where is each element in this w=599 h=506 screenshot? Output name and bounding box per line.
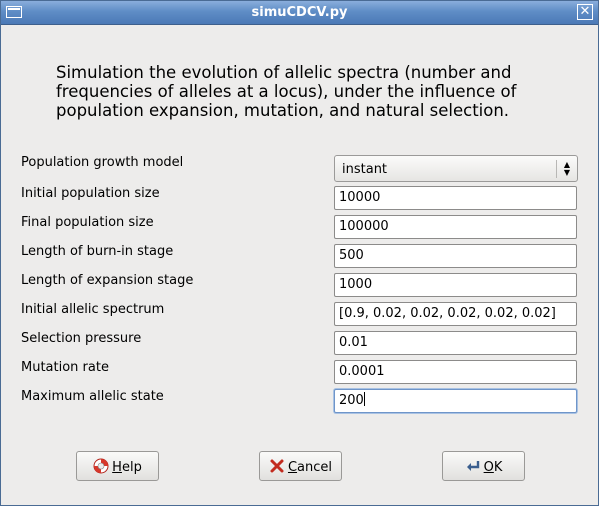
dialog-window: simuCDCV.py ✕ Simulation the evolution o… <box>0 0 599 506</box>
growth-model-value: instant <box>342 162 388 177</box>
cancel-button[interactable]: Cancel <box>259 451 342 481</box>
initial-population-input[interactable]: 10000 <box>334 186 577 210</box>
final-population-input[interactable]: 100000 <box>334 215 577 239</box>
cancel-label: ancel <box>297 460 333 475</box>
cancel-mnemonic: C <box>287 460 298 475</box>
max-allelic-state-input[interactable]: 200 <box>334 389 577 413</box>
selection-pressure-label: Selection pressure <box>21 331 142 346</box>
text-caret <box>363 392 365 406</box>
selection-pressure-input[interactable]: 0.01 <box>334 331 577 355</box>
updown-arrows-icon: ▲ ▼ <box>563 160 570 177</box>
ok-button[interactable]: OK <box>442 451 525 481</box>
max-allelic-state-label: Maximum allelic state <box>21 389 164 404</box>
close-button[interactable]: ✕ <box>577 4 593 20</box>
help-label: elp <box>121 460 142 475</box>
lifebuoy-icon <box>93 458 109 474</box>
mutation-rate-input[interactable]: 0.0001 <box>334 360 577 384</box>
final-population-label: Final population size <box>21 215 154 230</box>
close-icon: ✕ <box>579 4 591 19</box>
description-text: Simulation the evolution of allelic spec… <box>56 63 517 120</box>
help-mnemonic: H <box>112 460 122 475</box>
growth-model-select[interactable]: instant ▲ ▼ <box>334 155 578 182</box>
allelic-spectrum-label: Initial allelic spectrum <box>21 302 165 317</box>
growth-model-label: Population growth model <box>21 155 184 170</box>
allelic-spectrum-input[interactable]: [0.9, 0.02, 0.02, 0.02, 0.02, 0.02] <box>334 302 577 326</box>
return-arrow-icon <box>466 461 479 471</box>
burn-in-length-label: Length of burn-in stage <box>21 244 174 259</box>
combo-separator <box>556 160 557 178</box>
max-allelic-state-value: 200 <box>339 393 364 408</box>
window-title: simuCDCV.py <box>251 5 348 20</box>
mutation-rate-label: Mutation rate <box>21 360 109 375</box>
burn-in-length-input[interactable]: 500 <box>334 244 577 268</box>
initial-population-label: Initial population size <box>21 186 160 201</box>
help-button[interactable]: Help <box>76 451 159 481</box>
ok-label: K <box>493 460 503 475</box>
expansion-length-label: Length of expansion stage <box>21 273 194 288</box>
red-x-icon <box>270 459 284 473</box>
expansion-length-input[interactable]: 1000 <box>334 273 577 297</box>
title-bar[interactable]: simuCDCV.py ✕ <box>1 1 598 25</box>
ok-mnemonic: O <box>483 460 494 475</box>
